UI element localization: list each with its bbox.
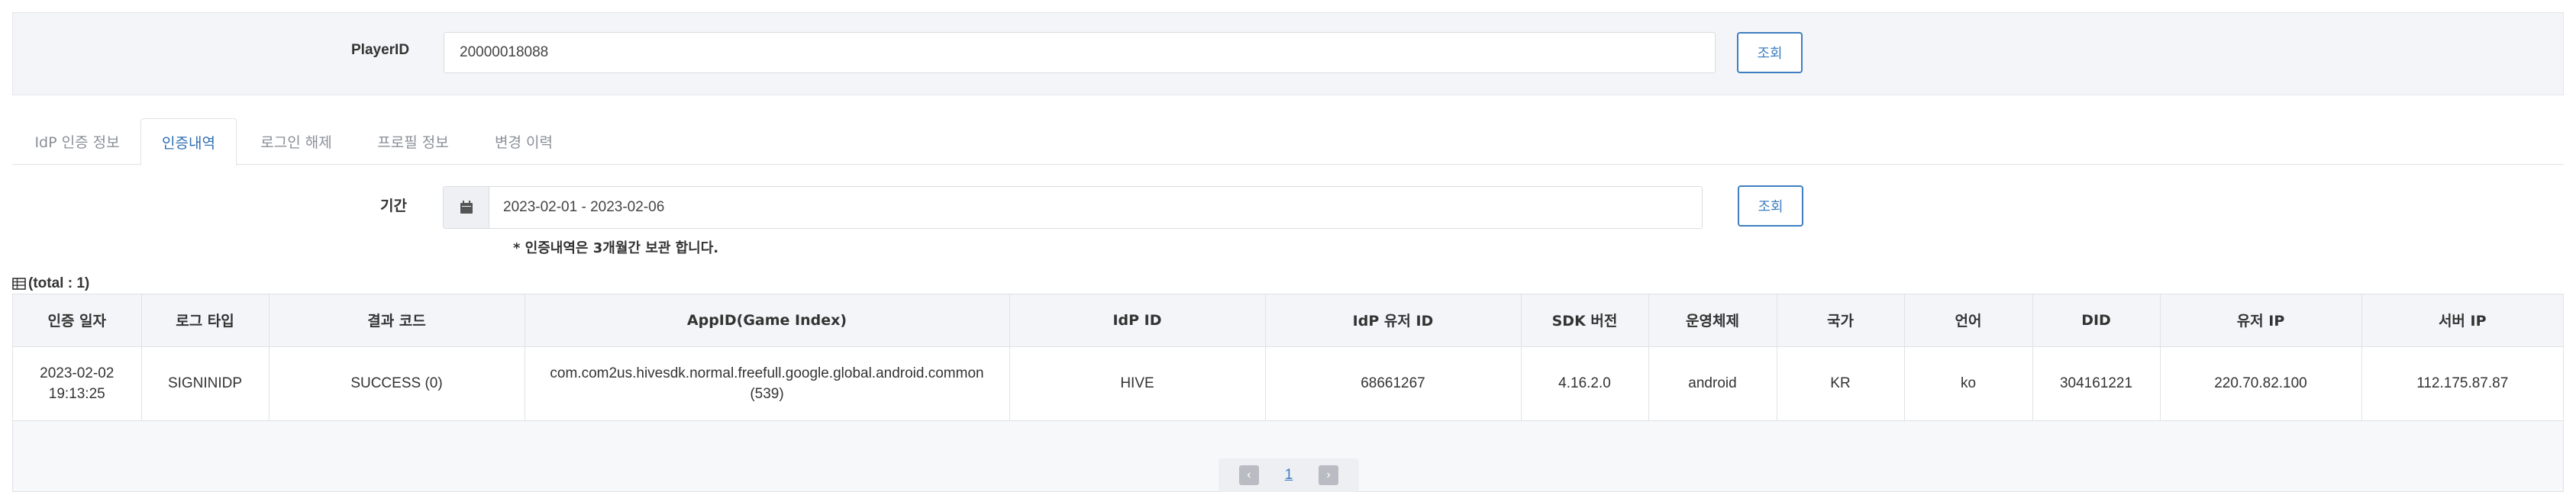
calendar-icon[interactable] (444, 187, 489, 228)
chevron-right-icon[interactable]: › (1319, 465, 1339, 485)
col-header-result-code: 결과 코드 (269, 294, 525, 347)
cell-os: android (1648, 346, 1777, 421)
tab-change-history[interactable]: 변경 이력 (472, 118, 576, 165)
cell-appid-name: com.com2us.hivesdk.normal.freefull.googl… (550, 365, 984, 381)
cell-server-ip: 112.175.87.87 (2361, 346, 2563, 421)
cell-log-type: SIGNINIDP (141, 346, 270, 421)
search-panel: PlayerID 조회 (12, 12, 2564, 95)
date-range-value[interactable]: 2023-02-01 - 2023-02-06 (489, 187, 1702, 228)
tab-bar: IdP 인증 정보 인증내역 로그인 해제 프로필 정보 변경 이력 (12, 118, 2564, 166)
col-header-server-ip: 서버 IP (2361, 294, 2563, 347)
cell-auth-date-time: 19:13:25 (48, 385, 105, 402)
date-range-picker[interactable]: 2023-02-01 - 2023-02-06 (443, 186, 1703, 229)
col-header-os: 운영체제 (1648, 294, 1777, 347)
cell-appid: com.com2us.hivesdk.normal.freefull.googl… (525, 346, 1010, 421)
retention-note: * 인증내역은 3개월간 보관 합니다. (513, 240, 719, 256)
col-header-sdk-version: SDK 버전 (1521, 294, 1649, 347)
cell-country: KR (1777, 346, 1905, 421)
col-header-auth-date: 인증 일자 (13, 294, 142, 347)
chevron-left-icon[interactable]: ‹ (1238, 465, 1259, 485)
period-label: 기간 (380, 198, 407, 214)
period-search-button[interactable]: 조회 (1738, 185, 1803, 227)
pagination: ‹ 1 › (1219, 458, 1359, 492)
total-count: (total : 1) (12, 275, 89, 292)
search-button[interactable]: 조회 (1737, 32, 1803, 73)
col-header-language: 언어 (1904, 294, 2033, 347)
col-header-log-type: 로그 타입 (141, 294, 270, 347)
table-header-row: 인증 일자 로그 타입 결과 코드 AppID(Game Index) IdP … (13, 294, 2563, 347)
cell-idp-user-id: 68661267 (1265, 346, 1522, 421)
col-header-idp-id: IdP ID (1009, 294, 1266, 347)
col-header-did: DID (2032, 294, 2161, 347)
cell-auth-date: 2023-02-02 19:13:25 (13, 346, 142, 421)
cell-did: 304161221 (2032, 346, 2161, 421)
table-row: 2023-02-02 19:13:25 SIGNINIDP SUCCESS (0… (13, 346, 2563, 421)
cell-appid-index: (539) (750, 385, 784, 402)
table-icon (12, 278, 26, 290)
col-header-idp-user-id: IdP 유저 ID (1265, 294, 1522, 347)
cell-auth-date-day: 2023-02-02 (40, 365, 115, 381)
cell-user-ip: 220.70.82.100 (2160, 346, 2362, 421)
tab-profile-info[interactable]: 프로필 정보 (356, 118, 470, 165)
player-id-label: PlayerID (351, 42, 410, 58)
col-header-appid: AppID(Game Index) (525, 294, 1010, 347)
cell-result-code: SUCCESS (0) (269, 346, 525, 421)
page-link-1[interactable]: 1 (1285, 467, 1293, 484)
total-count-text: (total : 1) (28, 275, 90, 291)
cell-sdk-version: 4.16.2.0 (1521, 346, 1649, 421)
cell-language: ko (1904, 346, 2033, 421)
player-id-input[interactable] (444, 32, 1716, 73)
col-header-country: 국가 (1777, 294, 1905, 347)
tab-auth-history[interactable]: 인증내역 (140, 118, 237, 166)
tab-idp-auth-info[interactable]: IdP 인증 정보 (12, 118, 142, 165)
col-header-user-ip: 유저 IP (2160, 294, 2362, 347)
cell-idp-id: HIVE (1009, 346, 1266, 421)
tab-login-release[interactable]: 로그인 해제 (238, 118, 354, 165)
